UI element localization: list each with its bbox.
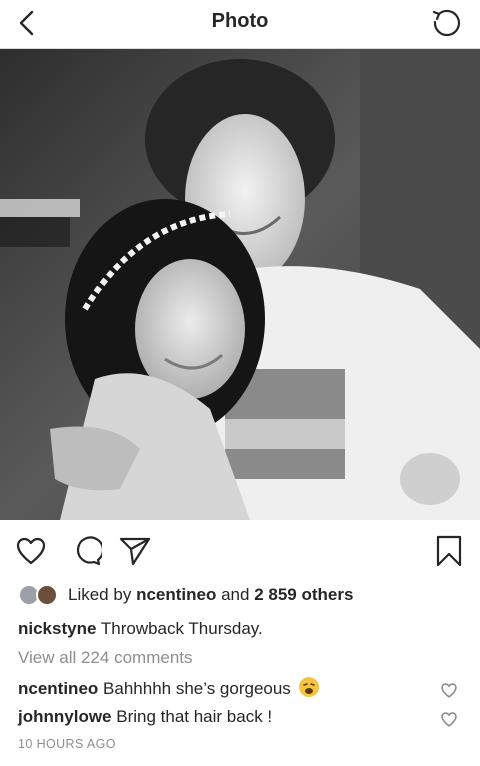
liked-by-prefix: Liked by (68, 585, 132, 604)
caption: nickstyne Throwback Thursday. (18, 619, 263, 639)
comment-item: ncentineo Bahhhhh she’s gorgeous (18, 677, 319, 699)
comment-like-button[interactable] (440, 681, 458, 699)
liked-by-others[interactable]: 2 859 others (254, 585, 353, 605)
top-bar: Photo (0, 0, 480, 49)
comment-username[interactable]: ncentineo (18, 679, 98, 698)
post-photo[interactable] (0, 49, 480, 520)
refresh-icon (432, 9, 460, 37)
caption-username[interactable]: nickstyne (18, 619, 96, 638)
heart-icon (441, 682, 457, 698)
post-timestamp: 10 HOURS AGO (18, 737, 116, 751)
like-button[interactable] (14, 534, 48, 568)
heart-icon (16, 537, 46, 565)
liked-by-and: and (221, 585, 250, 604)
avatar (36, 584, 58, 606)
save-button[interactable] (432, 534, 466, 568)
comment-item: johnnylowe Bring that hair back ! (18, 707, 272, 727)
photo-image (0, 49, 480, 520)
liker-avatars (18, 584, 62, 606)
action-bar (0, 526, 480, 576)
comment-text: Bahhhhh she’s gorgeous (103, 679, 291, 698)
view-all-comments-link[interactable]: View all 224 comments (18, 648, 193, 668)
send-icon (119, 537, 151, 566)
caption-text: Throwback Thursday. (100, 619, 263, 638)
comment-icon (76, 536, 102, 566)
page-title: Photo (211, 10, 269, 32)
comment-button[interactable] (70, 534, 104, 568)
comment-like-button[interactable] (440, 710, 458, 728)
refresh-button[interactable] (426, 4, 466, 42)
heart-icon (441, 711, 457, 727)
comment-username[interactable]: johnnylowe (18, 707, 112, 726)
weary-face-emoji (298, 677, 319, 697)
share-button[interactable] (118, 534, 152, 568)
comment-text: Bring that hair back ! (116, 707, 273, 726)
likes-summary[interactable]: Liked by ncentineo and 2 859 others (18, 584, 353, 606)
liked-by-user[interactable]: ncentineo (136, 585, 216, 605)
bookmark-icon (436, 535, 462, 567)
